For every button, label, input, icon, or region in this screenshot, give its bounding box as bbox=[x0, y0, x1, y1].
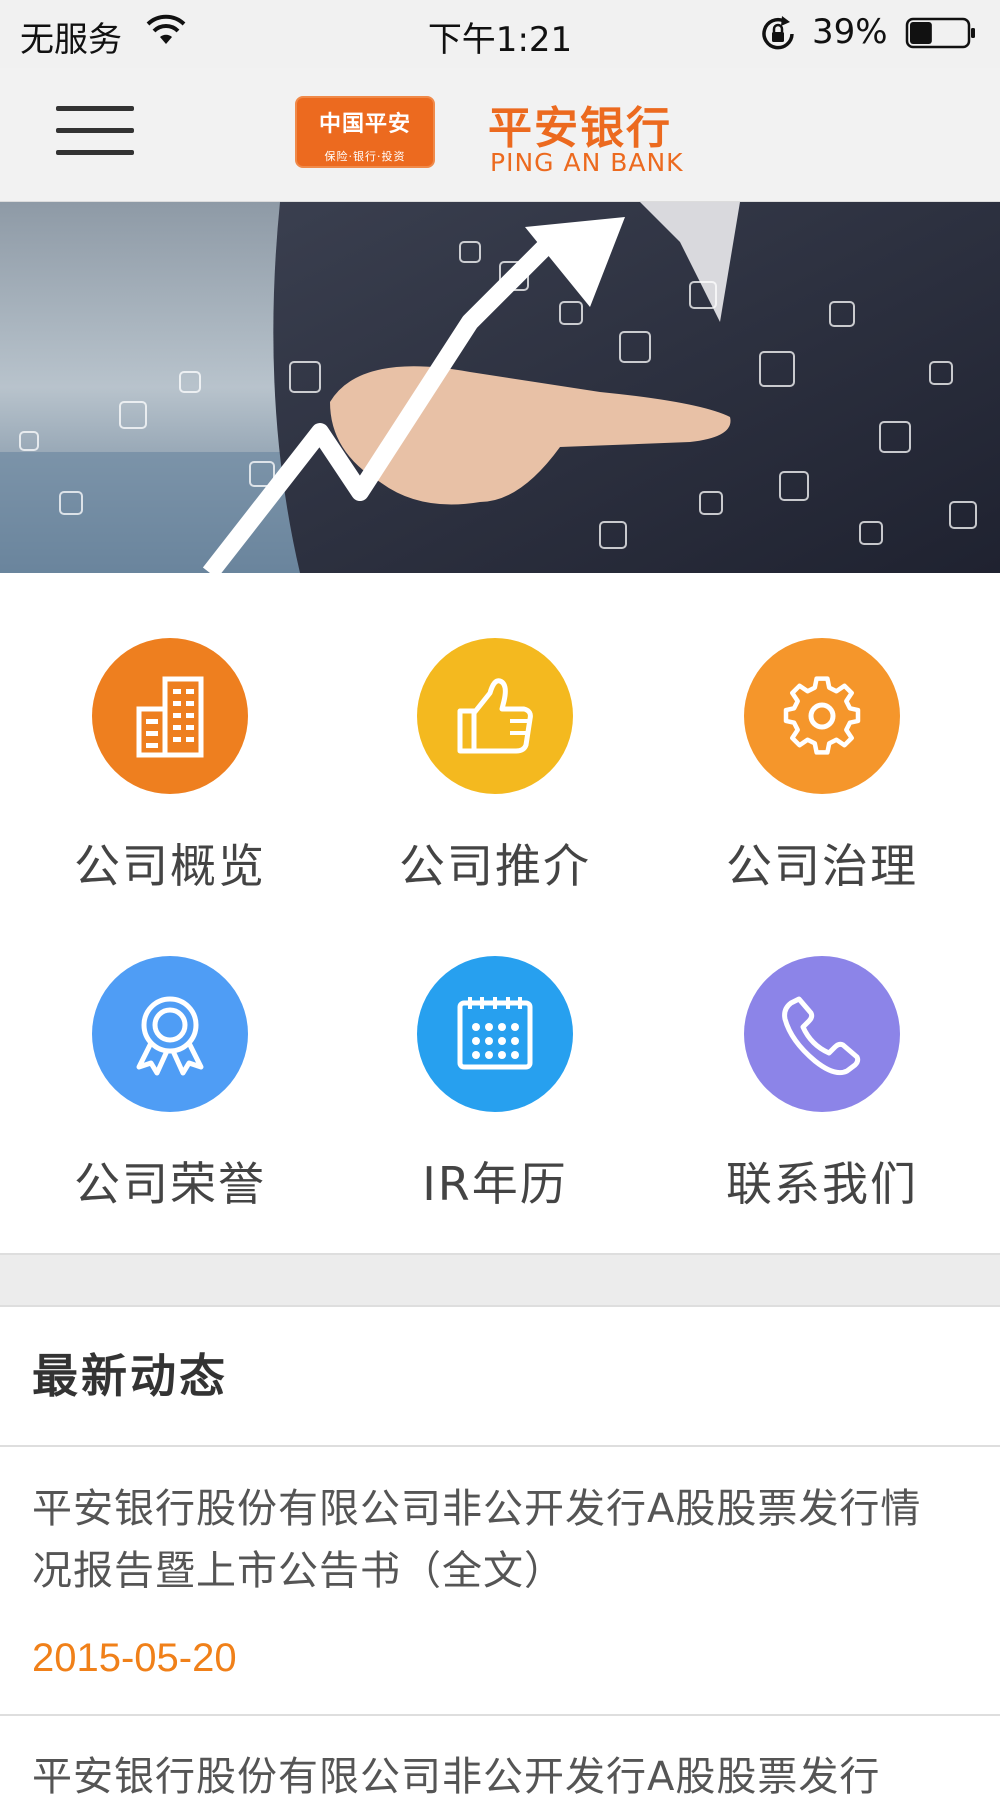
overview-circle bbox=[92, 638, 248, 794]
ping-an-logo-badge: 中国平安 保险·银行·投资 bbox=[295, 96, 435, 168]
menu-button[interactable] bbox=[56, 106, 134, 162]
bank-name-cn: 平安银行 bbox=[488, 103, 672, 154]
recommend-circle bbox=[417, 638, 573, 794]
grid-label-governance: 公司治理 bbox=[726, 839, 918, 893]
gear-icon bbox=[783, 676, 861, 755]
nav-bar: 中国平安 保险·银行·投资 平安银行 PING AN BANK bbox=[0, 68, 1000, 202]
status-bar: 无服务 下午1:21 39% bbox=[0, 0, 1000, 68]
hero-banner[interactable] bbox=[0, 202, 1000, 573]
news-item-date: 2015-05-20 bbox=[32, 1636, 237, 1680]
contact-circle bbox=[744, 956, 900, 1112]
grid-label-overview: 公司概览 bbox=[74, 839, 266, 893]
ir-calendar-circle bbox=[417, 956, 573, 1112]
battery-icon bbox=[905, 17, 975, 49]
section-divider bbox=[0, 1253, 1000, 1307]
grid-item-honors[interactable]: 公司荣誉 bbox=[20, 956, 320, 1236]
grid-label-recommend: 公司推介 bbox=[399, 839, 591, 893]
grid-label-honors: 公司荣誉 bbox=[74, 1157, 266, 1211]
honors-circle bbox=[92, 956, 248, 1112]
news-divider bbox=[0, 1445, 1000, 1447]
grid-item-overview[interactable]: 公司概览 bbox=[20, 638, 320, 918]
hamburger-menu-icon bbox=[56, 106, 134, 111]
battery-percent: 39% bbox=[812, 12, 888, 52]
menu-grid: 公司概览 公司推介 公司治理 公司荣誉 IR年历 联系我们 bbox=[0, 573, 1000, 1253]
award-ribbon-icon bbox=[136, 996, 204, 1076]
logo-badge-main: 中国平安 bbox=[318, 112, 411, 137]
news-divider bbox=[0, 1714, 1000, 1716]
news-item-title[interactable]: 平安银行股份有限公司非公开发行A股股票发行情况报告暨上市公告书（全文） bbox=[32, 1478, 962, 1602]
governance-circle bbox=[744, 638, 900, 794]
phone-icon bbox=[782, 996, 861, 1076]
thumbs-up-icon bbox=[457, 678, 533, 754]
grid-item-governance[interactable]: 公司治理 bbox=[672, 638, 972, 918]
bank-name-en: PING AN BANK bbox=[490, 148, 684, 177]
grid-item-ir-calendar[interactable]: IR年历 bbox=[345, 956, 645, 1236]
news-section-title: 最新动态 bbox=[32, 1349, 228, 1403]
rotation-lock-icon bbox=[762, 16, 794, 50]
logo-badge-sub: 保险·银行·投资 bbox=[324, 150, 406, 163]
news-item-title[interactable]: 平安银行股份有限公司非公开发行A股股票发行 bbox=[32, 1746, 962, 1808]
grid-label-contact: 联系我们 bbox=[726, 1157, 918, 1211]
calendar-icon bbox=[457, 997, 533, 1070]
building-icon bbox=[136, 676, 204, 758]
hero-banner-image bbox=[0, 202, 1000, 573]
grid-item-contact[interactable]: 联系我们 bbox=[672, 956, 972, 1236]
grid-label-ir-calendar: IR年历 bbox=[422, 1157, 568, 1211]
grid-item-recommend[interactable]: 公司推介 bbox=[345, 638, 645, 918]
